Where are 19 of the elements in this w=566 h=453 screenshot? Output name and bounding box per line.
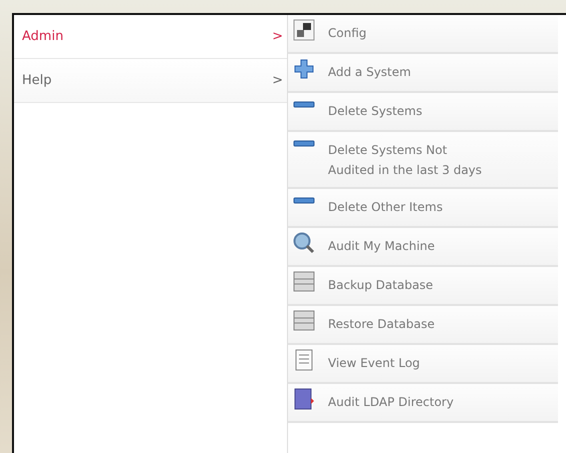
menu-item-label: View Event Log <box>328 355 421 372</box>
menu-item-label: Audit LDAP Directory <box>328 394 455 411</box>
menu-item-label: Delete Systems <box>328 103 424 120</box>
menu-item-label: Backup Database <box>328 277 434 294</box>
drive-icon <box>292 271 316 293</box>
minus-icon <box>292 101 316 108</box>
search-icon <box>292 232 316 254</box>
menu-item-label: Delete Systems Not Audited in the last 3 days <box>328 142 483 179</box>
menu-item-label: Config <box>328 25 368 42</box>
menu-item-label: Restore Database <box>328 316 436 333</box>
book-icon <box>292 388 316 410</box>
plus-icon <box>292 58 316 80</box>
menu-item-label: Add a System <box>328 64 412 81</box>
minus-icon <box>292 140 316 147</box>
picture-frame-icon <box>292 19 316 41</box>
drive-icon <box>292 310 316 332</box>
menu-item-label: Audit My Machine <box>328 238 436 255</box>
menu-item-label: Delete Other Items <box>328 199 444 216</box>
minus-icon <box>292 197 316 204</box>
